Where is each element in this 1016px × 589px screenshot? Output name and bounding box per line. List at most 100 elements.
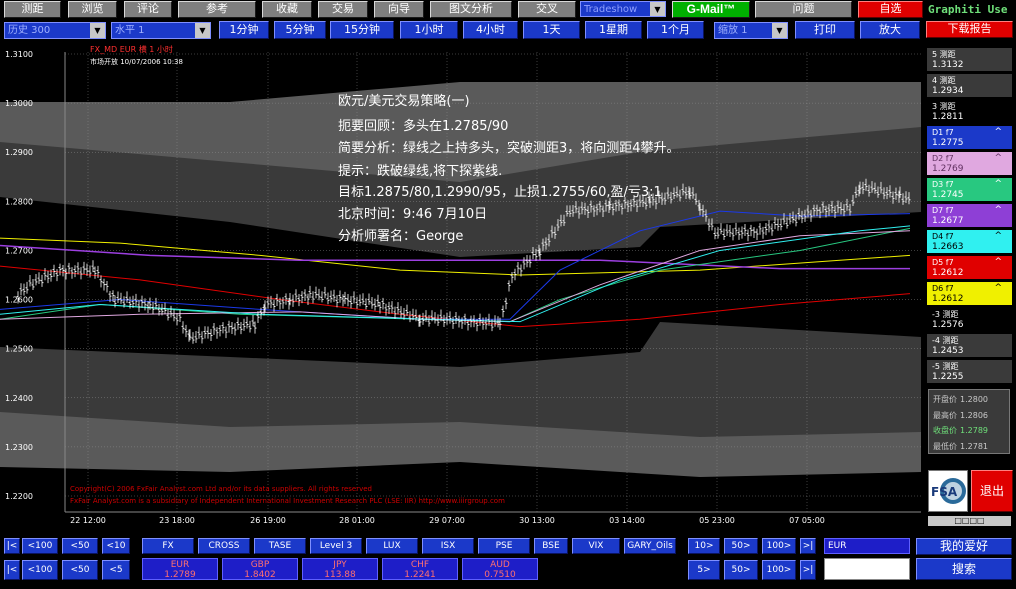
indicator-tab-9[interactable]: GARY_Oils [624, 538, 676, 554]
indicator-value: 1.2612 [932, 294, 964, 304]
y-tick-label: 1.3100 [5, 50, 33, 59]
indicator-0[interactable]: 5 测距 1.3132 [926, 47, 1013, 72]
nav-left-0[interactable]: |< [4, 538, 20, 554]
top-button-quote[interactable]: 交叉 [518, 1, 576, 18]
analysis-note-line: 扼要回顾：多头在1.2785/90 [338, 118, 508, 134]
nav-left-2[interactable]: <50 [62, 538, 98, 554]
top-button-forum[interactable]: 参考 [178, 1, 256, 18]
indicator-tab-0[interactable]: FX [142, 538, 194, 554]
indicator-tab-4[interactable]: LUX [366, 538, 418, 554]
interval-button-3[interactable]: 1小时 [400, 21, 458, 39]
download-report-button[interactable]: 下载报告 [926, 21, 1013, 38]
ticker-gbp[interactable]: GBP 1.8402 [222, 558, 298, 580]
nav-right-1[interactable]: 50> [724, 538, 758, 554]
indicator-7[interactable]: D4 f7 1.2663 ^ [926, 229, 1013, 254]
nav-right2-3[interactable]: >| [800, 560, 816, 580]
interval-button-6[interactable]: 1星期 [585, 21, 642, 39]
indicator-9[interactable]: D6 f7 1.2612 ^ [926, 281, 1013, 306]
favorites-button[interactable]: 我的爱好 [916, 538, 1012, 555]
nav-right2-0[interactable]: 5> [688, 560, 720, 580]
indicator-8[interactable]: D5 f7 1.2612 ^ [926, 255, 1013, 280]
symbol-input[interactable]: EUR [824, 538, 910, 554]
interval-button-2[interactable]: 15分钟 [330, 21, 394, 39]
scroll-dots[interactable]: □□□□ [928, 516, 1011, 526]
tradeshow-select[interactable]: Tradeshow ▼ [580, 1, 666, 17]
exit-button[interactable]: 自选 [858, 1, 923, 18]
enlarge-button[interactable]: 放大 [860, 21, 920, 39]
search-button[interactable]: 搜索 [916, 558, 1012, 580]
indicator-2[interactable]: 3 测距 1.2811 [926, 99, 1013, 124]
caret-icon[interactable]: ^ [994, 205, 1002, 215]
interval-button-4[interactable]: 4小时 [463, 21, 518, 39]
nav-left-3[interactable]: <10 [102, 538, 130, 554]
nav-right2-1[interactable]: 50> [724, 560, 758, 580]
chevron-down-icon: ▼ [90, 23, 105, 38]
top-button-review[interactable]: 评论 [124, 1, 172, 18]
top-button-news[interactable]: 测距 [4, 1, 61, 18]
caret-icon[interactable]: ^ [994, 257, 1002, 267]
indicator-11[interactable]: -4 测距 1.2453 [926, 333, 1013, 358]
symbol-box[interactable] [824, 558, 910, 580]
gmail-button[interactable]: G-Mail™ [672, 1, 750, 18]
top-button-chart_analysis[interactable]: 图文分析 [430, 1, 512, 18]
nav-left2-2[interactable]: <50 [62, 560, 98, 580]
ticker-name: CHF [410, 560, 430, 570]
indicator-5[interactable]: D3 f7 1.2745 ^ [926, 177, 1013, 202]
indicator-tab-3[interactable]: Level 3 [310, 538, 362, 554]
interval-button-5[interactable]: 1天 [523, 21, 580, 39]
indicator-tab-8[interactable]: VIX [572, 538, 620, 554]
nav-left2-1[interactable]: <100 [22, 560, 58, 580]
level-select[interactable]: 水平 1 ▼ [111, 22, 211, 39]
nav-right-2[interactable]: 100> [762, 538, 796, 554]
zoom-select[interactable]: 缩放 1 ▼ [714, 22, 788, 39]
nav-right-3[interactable]: >| [800, 538, 816, 554]
indicator-value: 1.2576 [932, 320, 964, 330]
x-tick-label: 23 18:00 [159, 516, 195, 525]
top-button-guide[interactable]: 向导 [374, 1, 424, 18]
indicator-10[interactable]: -3 测距 1.2576 [926, 307, 1013, 332]
indicator-tab-6[interactable]: PSE [478, 538, 530, 554]
nav-right2-2[interactable]: 100> [762, 560, 796, 580]
indicator-tab-5[interactable]: ISX [422, 538, 474, 554]
interval-button-0[interactable]: 1分钟 [219, 21, 269, 39]
nav-right-0[interactable]: 10> [688, 538, 720, 554]
nav-left2-0[interactable]: |< [4, 560, 20, 580]
caret-icon[interactable]: ^ [994, 179, 1002, 189]
caret-icon[interactable]: ^ [994, 153, 1002, 163]
ticker-eur[interactable]: EUR 1.2789 [142, 558, 218, 580]
nav-left2-3[interactable]: <5 [102, 560, 130, 580]
ticker-jpy[interactable]: JPY 113.88 [302, 558, 378, 580]
top-button-favorites[interactable]: 收藏 [262, 1, 312, 18]
indicator-12[interactable]: -5 测距 1.2255 [926, 359, 1013, 384]
caret-icon[interactable]: ^ [994, 127, 1002, 137]
indicator-label: -4 测距 [932, 336, 959, 345]
indicator-tab-7[interactable]: BSE [534, 538, 568, 554]
interval-button-1[interactable]: 5分钟 [274, 21, 326, 39]
print-button[interactable]: 打印 [795, 21, 855, 39]
y-tick-label: 1.2500 [5, 345, 33, 354]
indicator-3[interactable]: D1 f7 1.2775 ^ [926, 125, 1013, 150]
indicator-4[interactable]: D2 f7 1.2769 ^ [926, 151, 1013, 176]
indicator-tab-2[interactable]: TASE [254, 538, 306, 554]
price-chart[interactable]: 1.3100 1.3000 1.2900 1.2800 1.2700 1.2600 1.25… [0, 42, 921, 528]
top-button-browse[interactable]: 浏览 [68, 1, 117, 18]
copyright-line: FxFair Analyst.com is a subsidiary of In… [70, 497, 505, 505]
indicator-6[interactable]: D7 f7 1.2677 ^ [926, 203, 1013, 228]
nav-left-1[interactable]: <100 [22, 538, 58, 554]
indicator-tab-1[interactable]: CROSS [198, 538, 250, 554]
issue-button[interactable]: 问题 [755, 1, 852, 18]
caret-icon[interactable]: ^ [994, 283, 1002, 293]
top-button-trading[interactable]: 交易 [318, 1, 368, 18]
history-select[interactable]: 历史 300 ▼ [4, 22, 106, 39]
indicator-value: 1.2677 [932, 216, 964, 226]
indicator-value: 1.2255 [932, 372, 964, 382]
ticker-aud[interactable]: AUD 0.7510 [462, 558, 538, 580]
y-tick-label: 1.2600 [5, 296, 33, 305]
ticker-chf[interactable]: CHF 1.2241 [382, 558, 458, 580]
ticker-price: 113.88 [324, 570, 356, 580]
indicator-value: 1.2775 [932, 138, 964, 148]
logout-button[interactable]: 退出 [971, 470, 1013, 512]
indicator-1[interactable]: 4 测距 1.2934 [926, 73, 1013, 98]
caret-icon[interactable]: ^ [994, 231, 1002, 241]
interval-button-7[interactable]: 1个月 [647, 21, 704, 39]
